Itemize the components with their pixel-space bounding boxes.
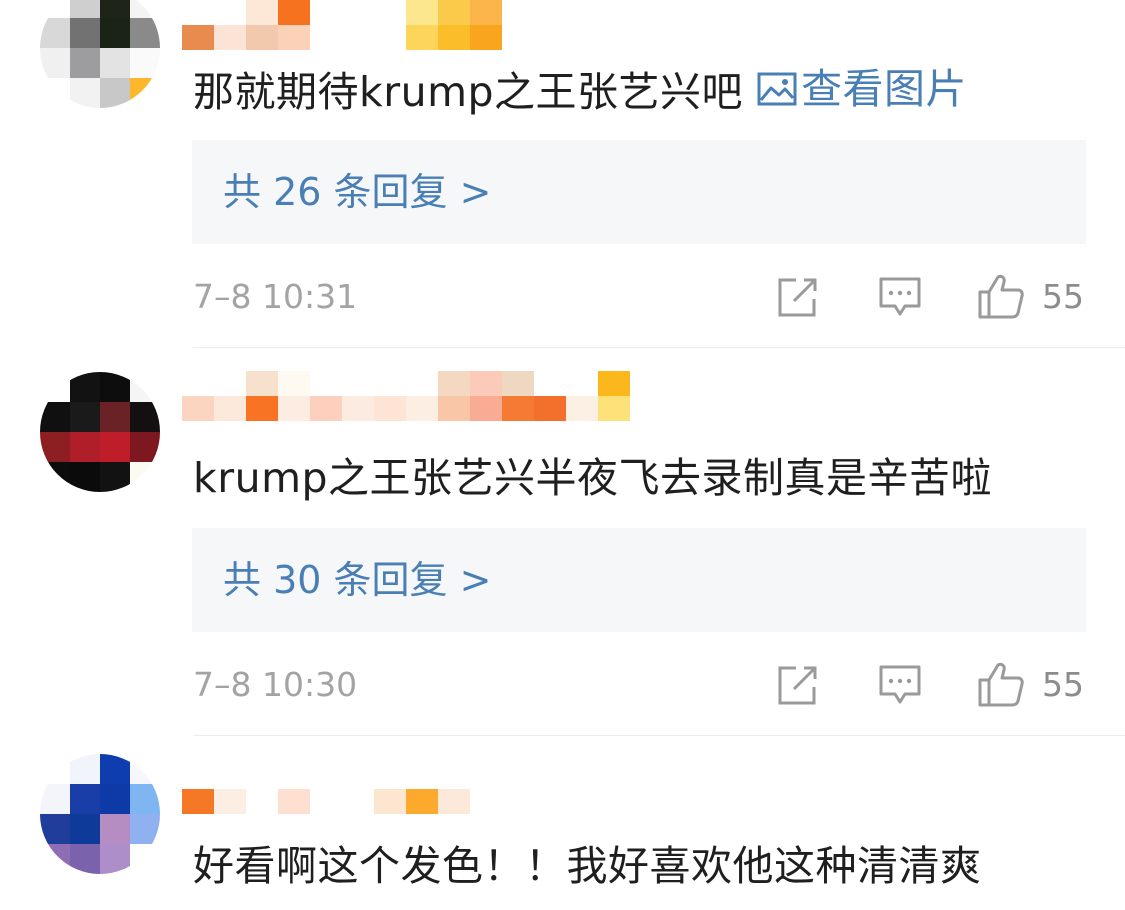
- comment-icon[interactable]: [878, 663, 922, 707]
- avatar[interactable]: [40, 754, 160, 874]
- username-pixelated[interactable]: [182, 764, 470, 814]
- image-icon: [757, 72, 797, 106]
- comment-text: 好看啊这个发色！！我好喜欢他这种清清爽: [193, 842, 982, 890]
- comment-item: krump之王张艺兴半夜飞去录制真是辛苦啦 共 30 条回复 > 7–8 10:…: [0, 348, 1125, 736]
- comment-feed: 那就期待krump之王张艺兴吧 查看图片 共 26 条回复 > 7–8 10:3…: [0, 0, 1125, 910]
- like-count: 55: [1042, 277, 1084, 316]
- comment-timestamp: 7–8 10:31: [193, 277, 358, 316]
- reply-summary[interactable]: 共 26 条回复 >: [192, 140, 1086, 244]
- share-icon[interactable]: [776, 275, 820, 319]
- view-image-link[interactable]: 查看图片: [757, 63, 967, 115]
- comment-text: 那就期待krump之王张艺兴吧 查看图片: [193, 63, 968, 116]
- comment-text: krump之王张艺兴半夜飞去录制真是辛苦啦: [193, 454, 993, 502]
- reply-count-link[interactable]: 共 26 条回复 >: [223, 166, 491, 218]
- thumbs-up-icon[interactable]: [977, 660, 1025, 708]
- avatar[interactable]: [40, 372, 160, 492]
- avatar[interactable]: [40, 0, 160, 108]
- username-pixelated[interactable]: [182, 0, 502, 50]
- thumbs-up-icon[interactable]: [977, 272, 1025, 320]
- comment-icon[interactable]: [878, 275, 922, 319]
- comment-item: 那就期待krump之王张艺兴吧 查看图片 共 26 条回复 > 7–8 10:3…: [0, 0, 1125, 348]
- reply-count-link[interactable]: 共 30 条回复 >: [223, 554, 491, 606]
- username-pixelated[interactable]: [182, 371, 630, 421]
- like-count: 55: [1042, 665, 1084, 704]
- reply-summary[interactable]: 共 30 条回复 >: [192, 528, 1086, 632]
- comment-item: 好看啊这个发色！！我好喜欢他这种清清爽: [0, 736, 1125, 910]
- comment-timestamp: 7–8 10:30: [193, 665, 358, 704]
- share-icon[interactable]: [776, 663, 820, 707]
